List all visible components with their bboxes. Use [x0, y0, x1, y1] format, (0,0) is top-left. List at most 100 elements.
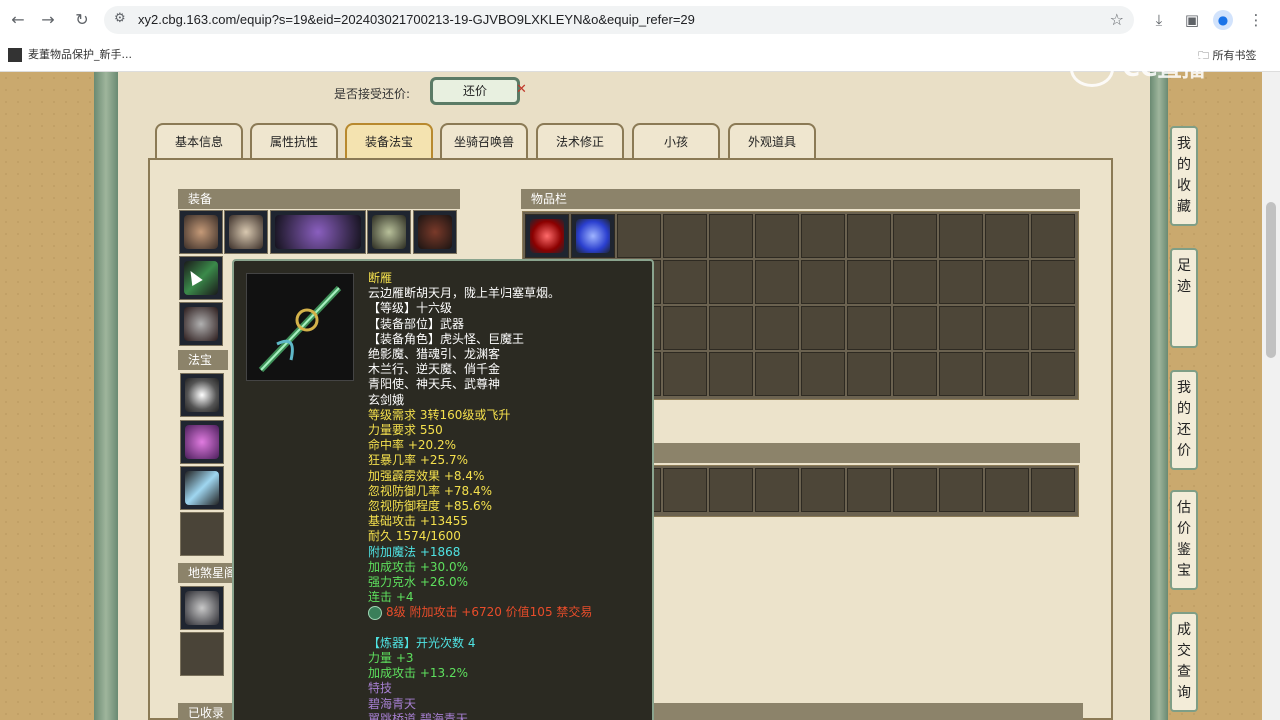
inventory-cell[interactable] [755, 214, 799, 258]
counter-offer-label: 是否接受还价: [334, 87, 411, 101]
treasure-slot-empty[interactable] [180, 512, 224, 556]
inventory-cell[interactable] [571, 214, 615, 258]
tab-children[interactable]: 小孩 [632, 123, 720, 159]
inventory-cell[interactable] [985, 260, 1029, 304]
inventory-cell[interactable] [1031, 468, 1075, 512]
inventory-cell[interactable] [801, 260, 845, 304]
inventory-cell[interactable] [617, 214, 661, 258]
tooltip-line-text: 命中率 +20.2% [368, 438, 456, 453]
counter-offer-button[interactable]: 还价 [430, 77, 520, 105]
tab-appearance[interactable]: 外观道具 [728, 123, 816, 159]
inventory-cell[interactable] [709, 468, 753, 512]
inventory-cell[interactable] [847, 306, 891, 350]
inventory-cell[interactable] [893, 214, 937, 258]
inventory-cell[interactable] [801, 214, 845, 258]
site-info-icon[interactable]: ⚙ [114, 11, 126, 26]
inventory-cell[interactable] [801, 468, 845, 512]
appraisal-button[interactable]: 估价鉴宝 [1170, 490, 1198, 590]
inventory-cell[interactable] [847, 214, 891, 258]
tooltip-line: 命中率 +20.2% [368, 438, 648, 453]
inventory-cell[interactable] [709, 214, 753, 258]
inventory-cell[interactable] [755, 468, 799, 512]
inventory-cell[interactable] [663, 214, 707, 258]
inventory-cell[interactable] [709, 260, 753, 304]
tab-basic-info[interactable]: 基本信息 [155, 123, 243, 159]
inventory-cell[interactable] [985, 214, 1029, 258]
tooltip-line-text: 绝影魔、猎魂引、龙渊客 [368, 347, 501, 362]
deal-inquiry-button[interactable]: 成交查询 [1170, 612, 1198, 712]
inventory-cell[interactable] [755, 306, 799, 350]
inventory-cell[interactable] [847, 468, 891, 512]
inventory-cell[interactable] [801, 352, 845, 396]
inventory-cell[interactable] [893, 306, 937, 350]
equip-slot[interactable] [179, 210, 223, 254]
my-counter-offers-button[interactable]: 我的还价 [1170, 370, 1198, 470]
menu-icon[interactable]: ⋮ [1244, 8, 1268, 32]
inventory-cell[interactable] [985, 306, 1029, 350]
treasure-slot[interactable] [180, 420, 224, 464]
inventory-cell[interactable] [1031, 352, 1075, 396]
forward-icon[interactable]: → [36, 8, 60, 32]
my-favorites-button[interactable]: 我的收藏 [1170, 126, 1198, 226]
inventory-cell[interactable] [939, 214, 983, 258]
inventory-cell[interactable] [755, 260, 799, 304]
inventory-cell[interactable] [985, 468, 1029, 512]
inventory-cell[interactable] [939, 260, 983, 304]
inventory-cell[interactable] [893, 260, 937, 304]
tooltip-line: 断雁 [368, 271, 648, 286]
profile-avatar-icon[interactable]: ● [1213, 10, 1233, 30]
scrollbar-thumb[interactable] [1266, 202, 1276, 358]
inventory-cell[interactable] [939, 352, 983, 396]
inventory-cell[interactable] [985, 352, 1029, 396]
inventory-cell[interactable] [663, 260, 707, 304]
address-bar[interactable]: ⚙ xy2.cbg.163.com/equip?s=19&eid=2024030… [104, 6, 1134, 34]
page-scrollbar[interactable] [1262, 72, 1280, 720]
tab-mounts-pets[interactable]: 坐骑召唤兽 [440, 123, 528, 159]
tooltip-line: 连击 +4 [368, 590, 648, 605]
inventory-cell[interactable] [893, 468, 937, 512]
inventory-cell[interactable] [709, 352, 753, 396]
inventory-cell[interactable] [893, 352, 937, 396]
inventory-cell[interactable] [1031, 214, 1075, 258]
character-portrait[interactable] [270, 210, 366, 254]
url-text[interactable]: xy2.cbg.163.com/equip?s=19&eid=202403021… [138, 12, 695, 27]
side-panel-icon[interactable]: ▣ [1180, 8, 1204, 32]
inventory-cell[interactable] [525, 214, 569, 258]
inventory-cell[interactable] [801, 306, 845, 350]
inventory-cell[interactable] [847, 352, 891, 396]
inventory-cell[interactable] [939, 468, 983, 512]
earth-star-slot-empty[interactable] [180, 632, 224, 676]
footprints-button[interactable]: 足迹 [1170, 248, 1198, 348]
bookmark-item[interactable]: 麦董物品保护_新手... [8, 46, 132, 62]
tab-equipment[interactable]: 装备法宝 [345, 123, 433, 159]
back-icon[interactable]: ← [6, 8, 30, 32]
equip-slot[interactable] [179, 302, 223, 346]
treasure-slot[interactable] [180, 466, 224, 510]
bookmark-star-icon[interactable]: ☆ [1110, 10, 1124, 29]
blue-gem-icon [576, 219, 610, 253]
inventory-cell[interactable] [847, 260, 891, 304]
inventory-cell[interactable] [1031, 260, 1075, 304]
inventory-cell[interactable] [1031, 306, 1075, 350]
inventory-cell[interactable] [709, 306, 753, 350]
tooltip-line-text: 耐久 1574/1600 [368, 529, 461, 544]
close-icon[interactable]: ✕ [516, 82, 527, 97]
inventory-cell[interactable] [663, 306, 707, 350]
equip-slot[interactable] [413, 210, 457, 254]
tooltip-line [368, 621, 648, 636]
download-icon[interactable]: ⤓ [1147, 8, 1171, 32]
equip-slot[interactable] [224, 210, 268, 254]
equip-slot[interactable] [367, 210, 411, 254]
treasure-slot[interactable] [180, 373, 224, 417]
reload-icon[interactable]: ↻ [70, 8, 94, 32]
inventory-cell[interactable] [663, 468, 707, 512]
tooltip-line: 力量要求 550 [368, 423, 648, 438]
inventory-cell[interactable] [939, 306, 983, 350]
tab-attributes[interactable]: 属性抗性 [250, 123, 338, 159]
tooltip-line-text: 断雁 [368, 271, 393, 285]
tooltip-line-text: 力量要求 550 [368, 423, 443, 438]
inventory-cell[interactable] [663, 352, 707, 396]
earth-star-slot[interactable] [180, 586, 224, 630]
tab-spell-mods[interactable]: 法术修正 [536, 123, 624, 159]
inventory-cell[interactable] [755, 352, 799, 396]
